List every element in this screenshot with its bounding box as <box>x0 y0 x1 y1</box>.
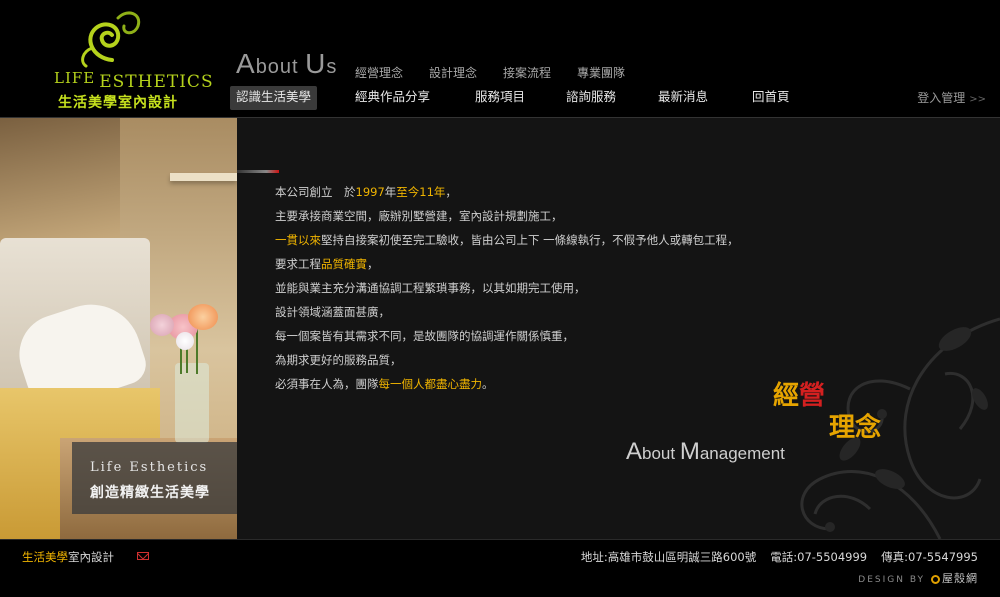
main-area: Life Esthetics 創造精緻生活美學 本公司創立 於1997年至今11… <box>0 117 1000 539</box>
footer: 生活美學室內設計 地址:高雄市鼓山區明誠三路600號 電話:07-5504999 傳… <box>0 539 1000 597</box>
accent-divider <box>237 170 279 173</box>
text-line: 本公司創立 於1997年至今11年， <box>275 185 457 199</box>
caption-chinese: 創造精緻生活美學 <box>90 485 210 501</box>
text-line: 為期求更好的服務品質， <box>275 353 402 367</box>
management-subtitle: About Management <box>626 438 785 465</box>
nav-portfolio[interactable]: 經典作品分享 <box>355 86 430 110</box>
header: LIFE ESTHETICS 生活美學室內設計 About Us 經營理念 設計理… <box>0 0 1000 117</box>
text-line: 並能與業主充分溝通協調工程繁瑣事務，以其如期完工使用， <box>275 281 586 295</box>
sub-navigation: 經營理念 設計理念 接案流程 專業團隊 <box>355 64 651 81</box>
text-line: 要求工程品質確實， <box>275 257 379 271</box>
management-title: 經營 理念 <box>773 381 882 443</box>
interior-photo: Life Esthetics 創造精緻生活美學 <box>0 118 237 539</box>
mail-icon[interactable] <box>137 552 149 560</box>
logo-wordmark: LIFE ESTHETICS <box>54 69 214 92</box>
site-logo[interactable]: LIFE ESTHETICS 生活美學室內設計 <box>50 8 213 111</box>
footer-brand: 生活美學室內設計 <box>22 550 114 564</box>
photo-caption: Life Esthetics 創造精緻生活美學 <box>72 442 237 514</box>
subnav-business-philosophy[interactable]: 經營理念 <box>355 64 403 81</box>
admin-login-link[interactable]: 登入管理 >> <box>917 89 986 106</box>
text-line: 一貫以來堅持自接案初使至完工驗收，皆由公司上下 一條線執行，不假予他人或轉包工程… <box>275 233 739 247</box>
phone-text: 電話:07-5504999 <box>770 550 868 564</box>
nav-about[interactable]: 認識生活美學 <box>230 86 318 110</box>
text-line: 設計領域涵蓋面甚廣， <box>275 305 390 319</box>
double-chevron-right-icon: >> <box>969 94 986 105</box>
subnav-design-philosophy[interactable]: 設計理念 <box>429 64 477 81</box>
section-title: About Us <box>236 48 338 79</box>
nav-consultation[interactable]: 諮詢服務 <box>566 86 616 110</box>
nav-home[interactable]: 回首頁 <box>752 86 790 110</box>
caption-english: Life Esthetics <box>90 460 209 475</box>
address-text: 地址:高雄市鼓山區明誠三路600號 <box>580 550 757 564</box>
text-line: 主要承接商業空間，廠辦別墅營建，室內設計規劃施工， <box>275 209 563 223</box>
contact-info: 地址:高雄市鼓山區明誠三路600號 電話:07-5504999 傳真:07-5547… <box>581 549 978 565</box>
nav-news[interactable]: 最新消息 <box>658 86 708 110</box>
nav-services[interactable]: 服務項目 <box>475 86 525 110</box>
fax-text: 傳真:07-5547995 <box>881 550 978 564</box>
swirl-leaf-icon <box>81 11 141 68</box>
logo-chinese-name: 生活美學室內設計 <box>58 95 178 111</box>
content-panel: 本公司創立 於1997年至今11年， 主要承接商業空間，廠辦別墅營建，室內設計規… <box>237 118 1000 539</box>
subnav-professional-team[interactable]: 專業團隊 <box>577 64 625 81</box>
about-text: 本公司創立 於1997年至今11年， 主要承接商業空間，廠辦別墅營建，室內設計規… <box>275 180 875 396</box>
design-credit[interactable]: DESIGN BY 屋殼網 <box>858 570 978 586</box>
designer-logo-icon <box>931 575 940 584</box>
text-line: 每一個案皆有其需求不同，是故團隊的協調運作關係慎重， <box>275 329 574 343</box>
subnav-project-process[interactable]: 接案流程 <box>503 64 551 81</box>
